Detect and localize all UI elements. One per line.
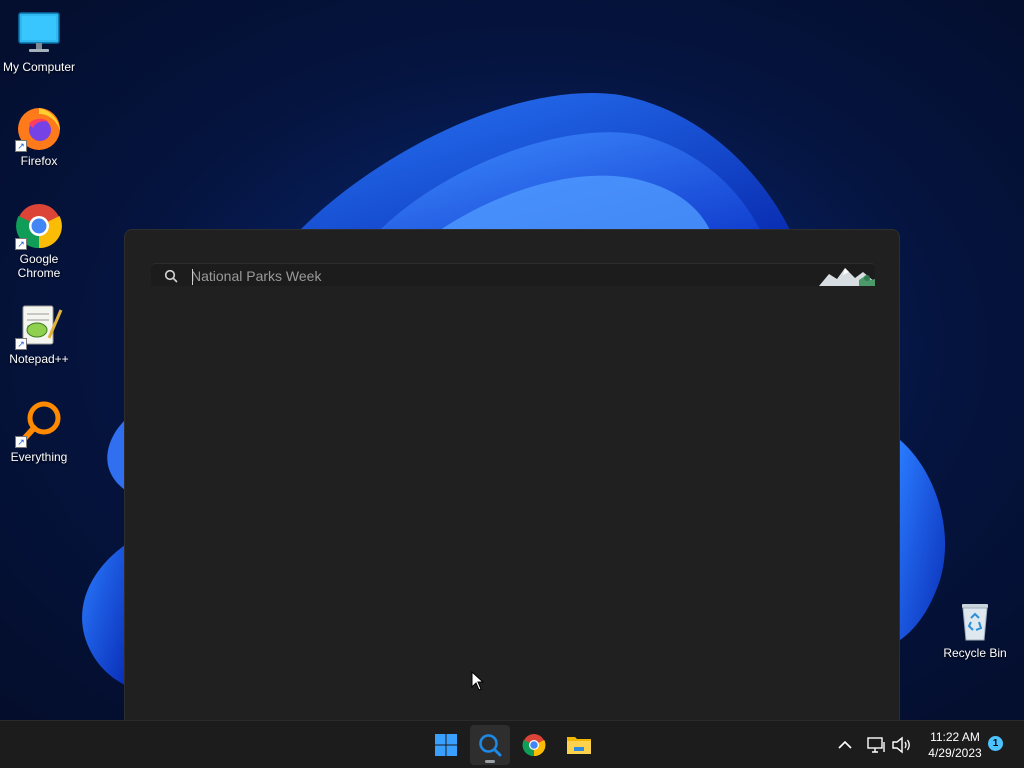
desktop-icon-google-chrome[interactable]: ↗ Google Chrome xyxy=(1,202,77,280)
clock-time: 11:22 AM xyxy=(930,730,980,744)
taskbar-search-button[interactable] xyxy=(470,725,510,765)
chrome-icon: ↗ xyxy=(15,202,63,250)
clock-date: 4/29/2023 xyxy=(928,746,982,760)
desktop-icon-label: Recycle Bin xyxy=(943,646,1007,660)
taskbar: 11:22 AM 4/29/2023 xyxy=(0,720,1024,768)
taskbar-chrome-button[interactable] xyxy=(514,725,554,765)
mountain-illustration-icon[interactable] xyxy=(819,266,875,286)
shortcut-arrow-icon: ↗ xyxy=(15,338,27,350)
everything-search-icon: ↗ xyxy=(15,400,63,448)
shortcut-arrow-icon: ↗ xyxy=(15,238,27,250)
magnifier-icon xyxy=(164,269,178,283)
taskbar-start-button[interactable] xyxy=(426,725,466,765)
search-input[interactable] xyxy=(191,267,751,285)
desktop-icon-notepad-plus-plus[interactable]: ↗ Notepad++ xyxy=(1,302,77,366)
notepad-plus-plus-icon: ↗ xyxy=(15,302,63,350)
text-caret xyxy=(192,269,193,285)
desktop-icon-label: Everything xyxy=(10,450,68,464)
desktop-icon-label: Google Chrome xyxy=(17,252,61,280)
desktop-icon-label: Firefox xyxy=(20,154,58,168)
notification-badge[interactable]: 1 xyxy=(988,736,1003,751)
taskbar-clock[interactable]: 11:22 AM 4/29/2023 xyxy=(918,729,992,761)
recycle-bin-icon xyxy=(951,596,999,644)
windows-search-panel xyxy=(124,229,900,720)
firefox-icon: ↗ xyxy=(15,104,63,152)
folder-icon xyxy=(567,737,591,754)
network-icon[interactable] xyxy=(866,734,888,756)
desktop-icon-everything[interactable]: ↗ Everything xyxy=(1,400,77,464)
active-indicator xyxy=(485,760,495,763)
chevron-up-icon[interactable] xyxy=(834,734,856,756)
windows-start-icon xyxy=(435,734,457,756)
shortcut-arrow-icon: ↗ xyxy=(15,140,27,152)
desktop-icon-label: Notepad++ xyxy=(9,352,69,366)
mouse-cursor-icon xyxy=(471,671,484,691)
chrome-icon xyxy=(522,734,546,757)
monitor-icon xyxy=(15,10,63,58)
desktop-icon-label: My Computer xyxy=(2,60,76,74)
search-icon xyxy=(479,734,502,757)
search-box[interactable] xyxy=(151,263,875,286)
desktop-icon-my-computer[interactable]: My Computer xyxy=(1,10,77,74)
taskbar-file-explorer-button[interactable] xyxy=(558,725,598,765)
shortcut-arrow-icon: ↗ xyxy=(15,436,27,448)
volume-icon[interactable] xyxy=(890,734,912,756)
desktop-icon-recycle-bin[interactable]: Recycle Bin xyxy=(937,596,1013,660)
desktop-icon-firefox[interactable]: ↗ Firefox xyxy=(1,104,77,168)
